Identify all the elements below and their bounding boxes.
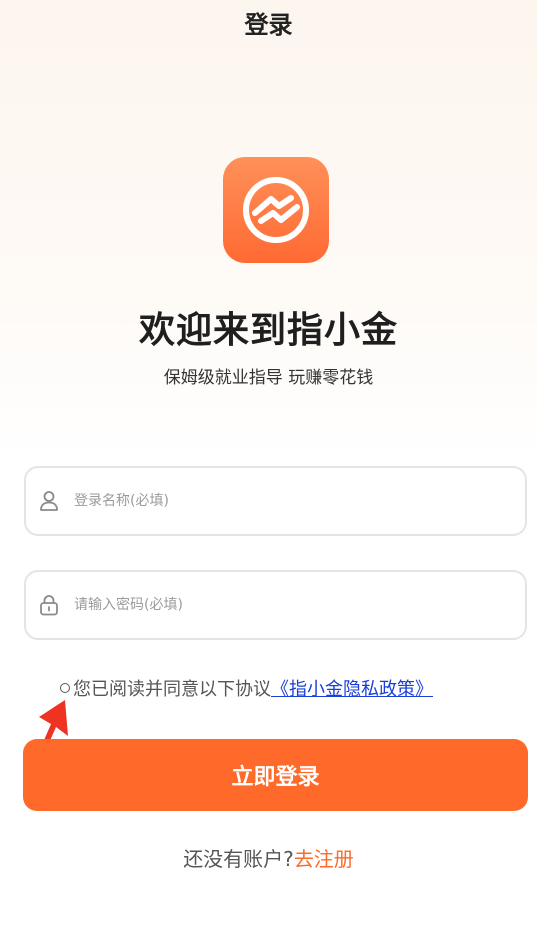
password-field[interactable] [24, 570, 527, 640]
privacy-policy-link[interactable]: 《指小金隐私政策》 [271, 675, 433, 701]
agreement-row: 您已阅读并同意以下协议 《指小金隐私政策》 [60, 674, 433, 702]
page-title: 登录 [244, 11, 293, 39]
register-link[interactable]: 去注册 [294, 847, 354, 871]
user-icon [38, 489, 60, 513]
login-button[interactable]: 立即登录 [23, 739, 528, 811]
username-field[interactable] [24, 466, 527, 536]
register-prompt: 还没有账户? [183, 847, 294, 871]
username-input[interactable] [72, 492, 525, 510]
app-logo-icon [223, 157, 329, 263]
register-row: 还没有账户?去注册 [0, 843, 537, 872]
password-input[interactable] [72, 596, 525, 614]
slogan-text: 保姆级就业指导 玩赚零花钱 [163, 368, 374, 388]
agreement-checkbox[interactable] [60, 683, 70, 693]
welcome-heading: 欢迎来到指小金 [138, 310, 398, 351]
agreement-text: 您已阅读并同意以下协议 [73, 679, 271, 700]
lock-icon [38, 593, 60, 617]
